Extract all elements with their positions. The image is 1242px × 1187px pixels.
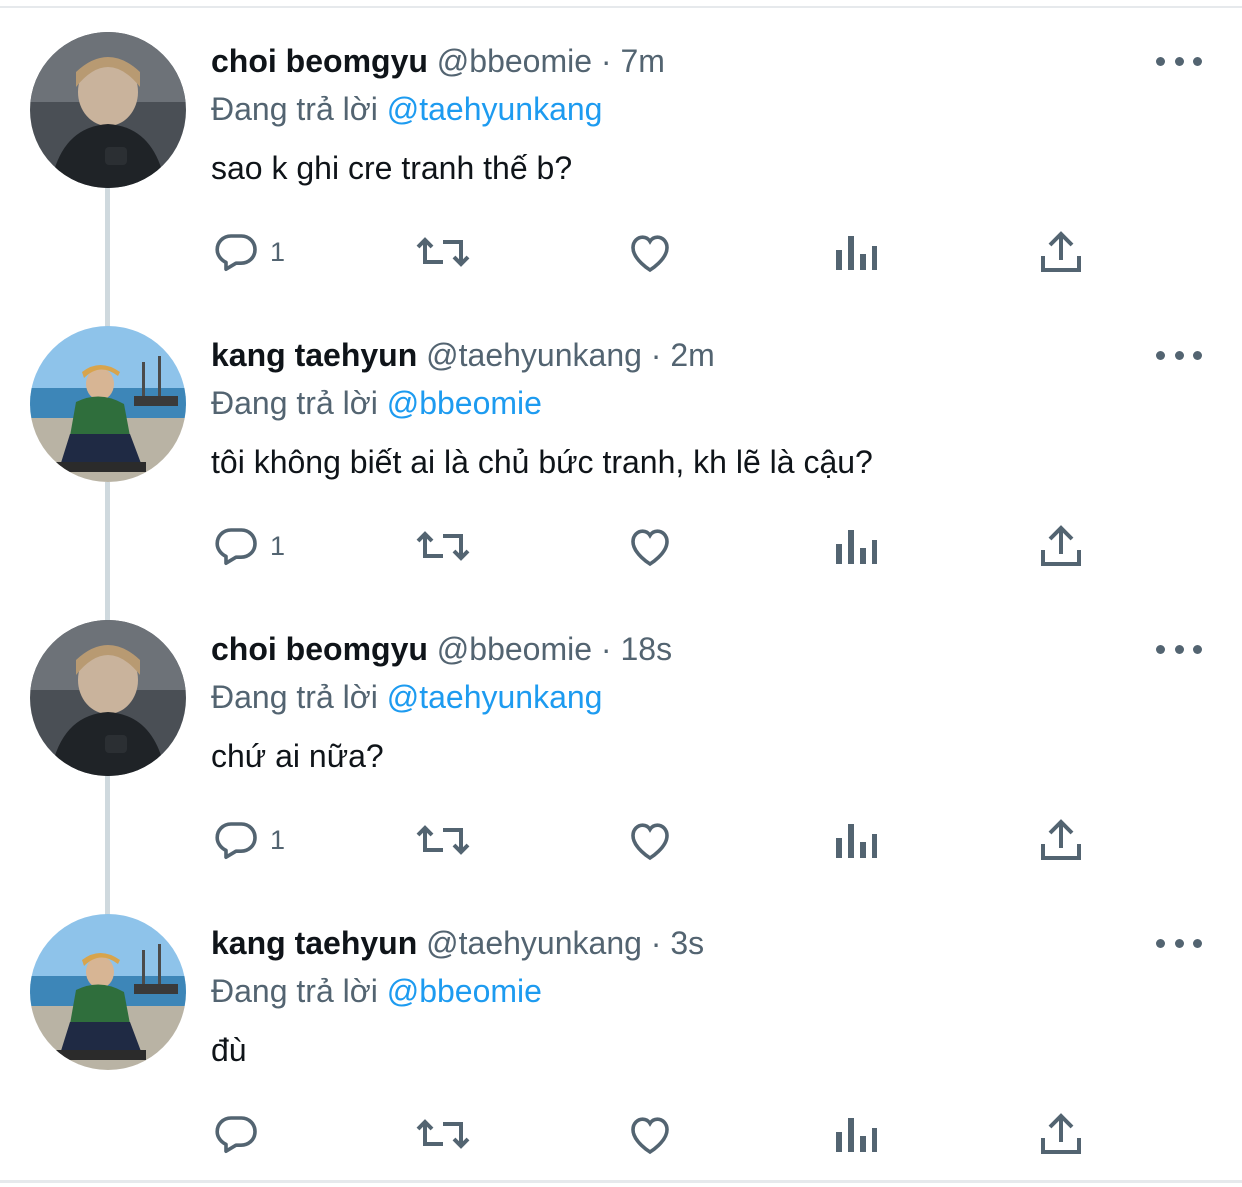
tweet-text: sao k ghi cre tranh thế b?	[211, 150, 573, 186]
avatar[interactable]	[30, 620, 186, 776]
replying-to-label: Đang trả lời	[211, 973, 378, 1009]
reply-icon	[215, 822, 257, 859]
reply-count: 1	[270, 531, 286, 561]
reply-count: 1	[270, 825, 286, 855]
retweet-icon	[416, 1119, 470, 1149]
like-button[interactable]	[625, 814, 675, 866]
display-name[interactable]: kang taehyun	[211, 337, 417, 373]
retweet-button[interactable]	[415, 814, 471, 866]
replying-to: Đang trả lời @bbeomie	[211, 380, 542, 426]
action-bar: 1	[0, 520, 1242, 576]
reply-icon	[215, 1116, 257, 1153]
reply-button[interactable]: 1	[212, 814, 285, 866]
share-icon	[1041, 819, 1081, 860]
tweet-header: kang taehyun @taehyunkang · 3s	[211, 920, 704, 966]
retweet-button[interactable]	[415, 1108, 471, 1160]
mention-link[interactable]: @bbeomie	[387, 973, 542, 1009]
tweet-text: đù	[211, 1032, 247, 1068]
like-button[interactable]	[625, 226, 675, 278]
retweet-button[interactable]	[415, 520, 471, 572]
views-button[interactable]	[832, 1108, 878, 1160]
reply-button[interactable]	[212, 1108, 270, 1160]
views-button[interactable]	[832, 814, 878, 866]
username[interactable]: @bbeomie	[437, 631, 592, 667]
tweet-header: choi beomgyu @bbeomie · 18s	[211, 626, 672, 672]
replying-to-label: Đang trả lời	[211, 679, 378, 715]
avatar[interactable]	[30, 326, 186, 482]
reply-button[interactable]: 1	[212, 520, 285, 572]
action-bar: 1	[0, 814, 1242, 870]
timestamp[interactable]: 3s	[670, 925, 704, 961]
display-name[interactable]: kang taehyun	[211, 925, 417, 961]
tweet-text: chứ ai nữa?	[211, 738, 384, 774]
share-icon	[1041, 231, 1081, 272]
username[interactable]: @taehyunkang	[426, 925, 642, 961]
avatar[interactable]	[30, 914, 186, 1070]
display-name[interactable]: choi beomgyu	[211, 631, 428, 667]
avatar[interactable]	[30, 32, 186, 188]
views-icon	[836, 530, 877, 564]
views-icon	[836, 236, 877, 270]
like-icon	[631, 1117, 669, 1155]
username[interactable]: @taehyunkang	[426, 337, 642, 373]
retweet-icon	[416, 825, 470, 855]
tweet[interactable]: kang taehyun @taehyunkang · 2m Đang trả …	[0, 294, 1242, 588]
share-button[interactable]	[1038, 814, 1084, 866]
retweet-icon	[416, 237, 470, 267]
tweet-text: tôi không biết ai là chủ bức tranh, kh l…	[211, 444, 873, 480]
retweet-icon	[416, 531, 470, 561]
views-button[interactable]	[832, 226, 878, 278]
views-icon	[836, 824, 877, 858]
share-button[interactable]	[1038, 226, 1084, 278]
replying-to-label: Đang trả lời	[211, 385, 378, 421]
replying-to: Đang trả lời @taehyunkang	[211, 674, 602, 720]
separator: ·	[600, 631, 612, 667]
replying-to: Đang trả lời @taehyunkang	[211, 86, 602, 132]
more-icon[interactable]	[1156, 48, 1202, 74]
more-icon[interactable]	[1156, 636, 1202, 662]
separator: ·	[600, 43, 612, 79]
timestamp[interactable]: 18s	[620, 631, 672, 667]
replying-to-label: Đang trả lời	[211, 91, 378, 127]
retweet-button[interactable]	[415, 226, 471, 278]
replying-to: Đang trả lời @bbeomie	[211, 968, 542, 1014]
reply-count: 1	[270, 237, 286, 267]
more-icon[interactable]	[1156, 930, 1202, 956]
share-button[interactable]	[1038, 1108, 1084, 1160]
action-bar	[0, 1108, 1242, 1164]
tweet-header: kang taehyun @taehyunkang · 2m	[211, 332, 715, 378]
mention-link[interactable]: @taehyunkang	[387, 91, 603, 127]
like-button[interactable]	[625, 1108, 675, 1160]
like-button[interactable]	[625, 520, 675, 572]
more-icon[interactable]	[1156, 342, 1202, 368]
separator: ·	[650, 925, 662, 961]
share-icon	[1041, 1113, 1081, 1154]
like-icon	[631, 823, 669, 861]
reply-button[interactable]: 1	[212, 226, 285, 278]
mention-link[interactable]: @taehyunkang	[387, 679, 603, 715]
timestamp[interactable]: 2m	[670, 337, 714, 373]
views-button[interactable]	[832, 520, 878, 572]
reply-icon	[215, 234, 257, 271]
mention-link[interactable]: @bbeomie	[387, 385, 542, 421]
timestamp[interactable]: 7m	[620, 43, 664, 79]
tweet[interactable]: choi beomgyu @bbeomie · 18s Đang trả lời…	[0, 588, 1242, 882]
tweet[interactable]: kang taehyun @taehyunkang · 3s Đang trả …	[0, 882, 1242, 1176]
like-icon	[631, 235, 669, 273]
views-icon	[836, 1118, 877, 1152]
reply-icon	[215, 528, 257, 565]
separator: ·	[650, 337, 662, 373]
like-icon	[631, 529, 669, 567]
tweet[interactable]: choi beomgyu @bbeomie · 7m Đang trả lời …	[0, 0, 1242, 294]
action-bar: 1	[0, 226, 1242, 282]
share-button[interactable]	[1038, 520, 1084, 572]
bottom-divider	[0, 1180, 1242, 1183]
username[interactable]: @bbeomie	[437, 43, 592, 79]
tweet-header: choi beomgyu @bbeomie · 7m	[211, 38, 665, 84]
share-icon	[1041, 525, 1081, 566]
display-name[interactable]: choi beomgyu	[211, 43, 428, 79]
